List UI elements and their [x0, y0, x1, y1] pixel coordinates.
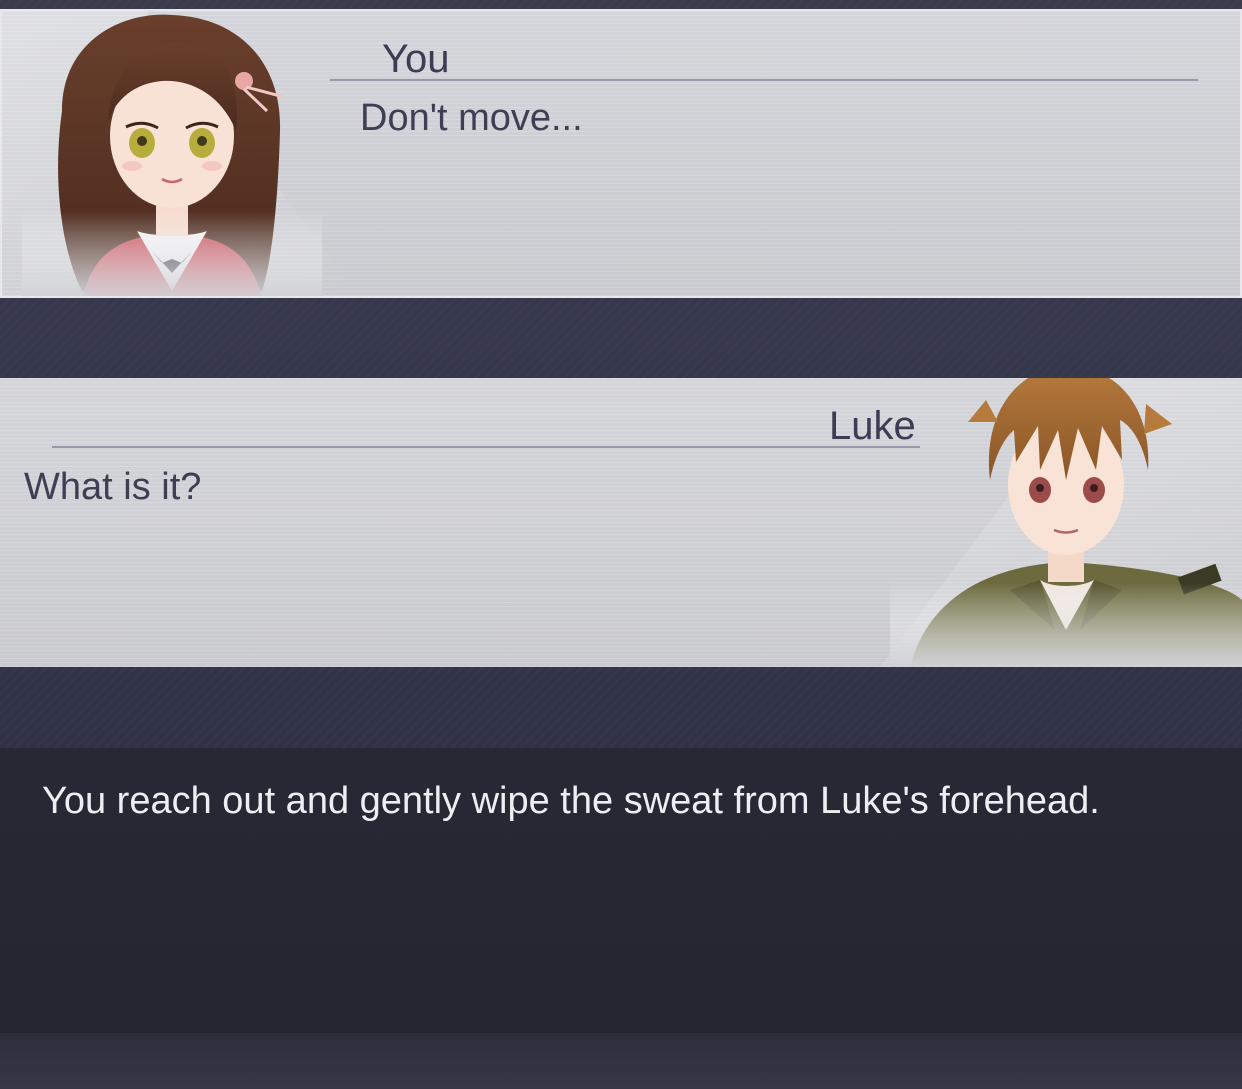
dialogue-line: Don't move...: [360, 97, 583, 139]
dialogue-line: What is it?: [24, 466, 202, 508]
speaker-divider: [330, 79, 1198, 81]
speaker-name: You: [382, 37, 450, 81]
game-screen[interactable]: You Don't move... Luke What is it? You r…: [0, 0, 1242, 1089]
speaker-divider: [52, 446, 920, 448]
narration-text: You reach out and gently wipe the sweat …: [42, 780, 1100, 822]
dialogue-bubble-luke[interactable]: Luke What is it?: [0, 378, 1242, 667]
male-character-portrait: [890, 378, 1242, 667]
speaker-name: Luke: [829, 404, 916, 448]
dialogue-bubble-you[interactable]: You Don't move...: [0, 9, 1242, 298]
narration-box[interactable]: You reach out and gently wipe the sweat …: [0, 748, 1242, 1033]
female-character-portrait: [22, 11, 322, 296]
bottom-bar: [0, 1033, 1242, 1089]
